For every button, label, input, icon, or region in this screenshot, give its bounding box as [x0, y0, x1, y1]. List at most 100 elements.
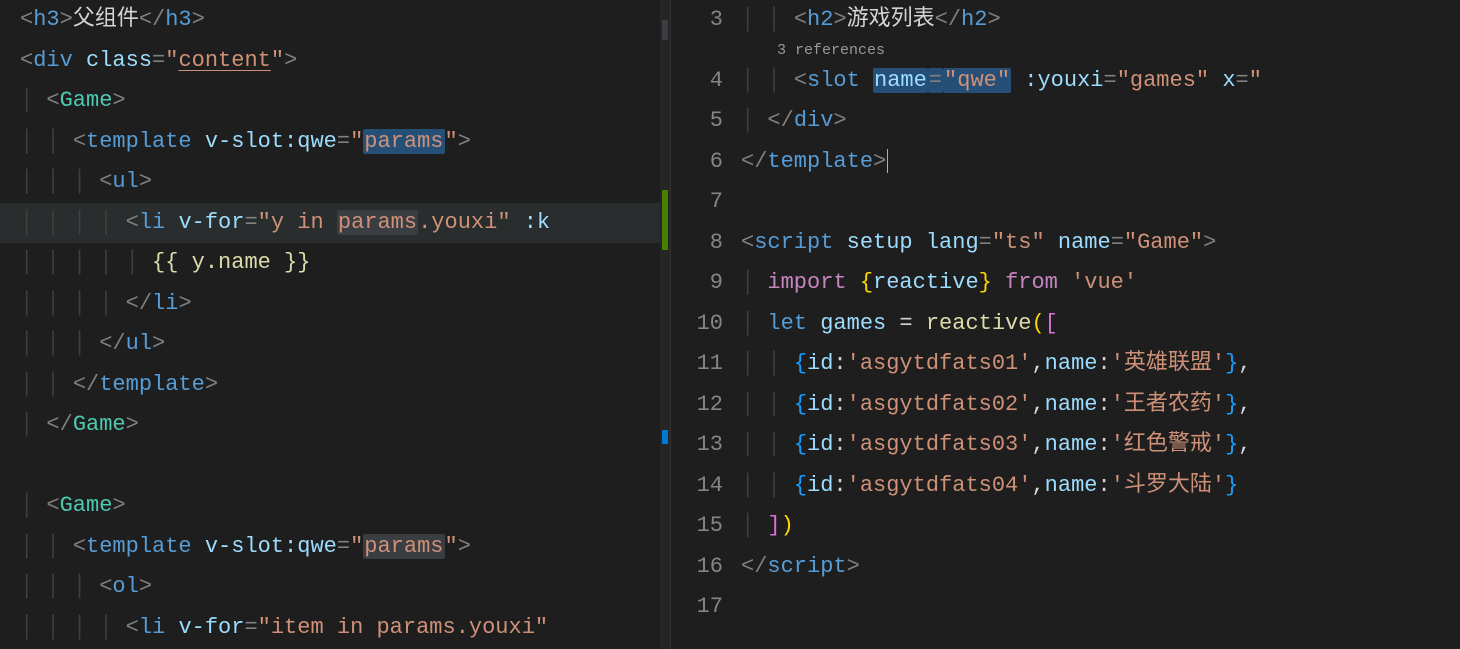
code-token: reactive	[926, 311, 1032, 336]
code-token: </	[767, 108, 793, 133]
code-token: {	[794, 473, 807, 498]
code-line[interactable]: │ </Game>	[0, 405, 670, 446]
code-token: "	[258, 210, 271, 235]
code-token: class	[86, 48, 152, 73]
code-token: (	[1031, 311, 1044, 336]
left-editor-pane[interactable]: <h3>父组件</h3><div class="content">│ <Game…	[0, 0, 670, 649]
code-token: </	[99, 331, 125, 356]
code-token: }	[979, 270, 992, 295]
code-token: <	[46, 88, 59, 113]
code-line[interactable]: │ │ │ │ │ {{ y.name }}	[0, 243, 670, 284]
code-line[interactable]: 7	[671, 182, 1460, 223]
code-token: >	[112, 493, 125, 518]
code-token: content	[178, 48, 270, 73]
right-code-area[interactable]: 3│ │ <h2>游戏列表</h2> 3 references4│ │ <slo…	[671, 0, 1460, 649]
code-token: >	[873, 149, 886, 174]
code-line[interactable]: │ │ │ <ul>	[0, 162, 670, 203]
code-line[interactable]: │ │ <template v-slot:qwe="params">	[0, 122, 670, 163]
code-token	[165, 210, 178, 235]
left-minimap[interactable]	[660, 0, 670, 649]
code-token: '斗罗大陆'	[1111, 473, 1225, 498]
code-token: name	[1045, 473, 1098, 498]
code-line[interactable]: 13│ │ {id:'asgytdfats03',name:'红色警戒'},	[671, 425, 1460, 466]
code-line[interactable]: 5│ </div>	[671, 101, 1460, 142]
code-token: name	[1045, 432, 1098, 457]
code-line[interactable]: 3│ │ <h2>游戏列表</h2>	[671, 0, 1460, 41]
line-number: 3	[671, 0, 741, 41]
code-token: =	[1103, 68, 1116, 93]
code-token: ]	[767, 513, 780, 538]
code-token: "	[165, 48, 178, 73]
code-token: <	[794, 7, 807, 32]
code-token: h2	[807, 7, 833, 32]
code-line[interactable]: <div class="content">	[0, 41, 670, 82]
line-number: 10	[671, 304, 741, 345]
code-token: let	[767, 311, 807, 336]
code-token: 'vue'	[1071, 270, 1137, 295]
code-line[interactable]: 12│ │ {id:'asgytdfats02',name:'王者农药'},	[671, 385, 1460, 426]
code-token: <	[794, 68, 807, 93]
code-token: :	[1097, 473, 1110, 498]
code-token: reactive	[873, 270, 979, 295]
code-line[interactable]: 8<script setup lang="ts" name="Game">	[671, 223, 1460, 264]
code-line[interactable]: │ │ │ <ol>	[0, 567, 670, 608]
code-token: h2	[961, 7, 987, 32]
code-token: "	[445, 534, 458, 559]
code-line[interactable]: │ │ │ │ <li v-for="y in params.youxi" :k	[0, 203, 670, 244]
code-token: 'asgytdfats03'	[847, 432, 1032, 457]
code-token: "	[445, 129, 458, 154]
code-line[interactable]: <h3>父组件</h3>	[0, 0, 670, 41]
code-token: 'asgytdfats01'	[847, 351, 1032, 376]
code-token: =	[337, 129, 350, 154]
code-token: template	[86, 534, 192, 559]
code-token: '英雄联盟'	[1111, 351, 1225, 376]
code-token: id	[807, 351, 833, 376]
code-token: <	[20, 48, 33, 73]
code-line[interactable]: 11│ │ {id:'asgytdfats01',name:'英雄联盟'},	[671, 344, 1460, 385]
code-token: "	[258, 615, 271, 640]
code-line[interactable]: 14│ │ {id:'asgytdfats04',name:'斗罗大陆'}	[671, 466, 1460, 507]
code-line[interactable]: 16</script>	[671, 547, 1460, 588]
left-code-area[interactable]: <h3>父组件</h3><div class="content">│ <Game…	[0, 0, 670, 649]
code-token: ,	[1238, 392, 1251, 417]
code-token: setup	[847, 230, 913, 255]
code-line[interactable]: │ │ </template>	[0, 365, 670, 406]
code-token: :	[833, 392, 846, 417]
code-line[interactable]: │ │ │ │ </li>	[0, 284, 670, 325]
right-editor-pane[interactable]: 3│ │ <h2>游戏列表</h2> 3 references4│ │ <slo…	[671, 0, 1460, 649]
code-token: ol	[112, 574, 138, 599]
code-token	[847, 270, 860, 295]
code-line[interactable]: 17	[671, 587, 1460, 628]
code-token: v-slot:qwe	[205, 534, 337, 559]
code-line[interactable]: 6</template>	[671, 142, 1460, 183]
code-token: <	[126, 210, 139, 235]
code-token: >	[1203, 230, 1216, 255]
code-line[interactable]	[0, 446, 670, 487]
code-token: script	[767, 554, 846, 579]
code-line[interactable]: │ │ │ </ul>	[0, 324, 670, 365]
code-token: =	[1111, 230, 1124, 255]
code-line[interactable]: 10│ let games = reactive([	[671, 304, 1460, 345]
code-token: </	[741, 149, 767, 174]
codelens[interactable]: 3 references	[671, 41, 1460, 61]
code-token: :k	[524, 210, 550, 235]
code-line[interactable]: │ │ │ │ <li v-for="item in params.youxi"	[0, 608, 670, 649]
code-line[interactable]: 4│ │ <slot name="qwe" :youxi="games" x="	[671, 61, 1460, 102]
code-token: ,	[1031, 392, 1044, 417]
code-token: id	[807, 432, 833, 457]
code-line[interactable]: 9│ import {reactive} from 'vue'	[671, 263, 1460, 304]
code-line[interactable]: 15│ ])	[671, 506, 1460, 547]
code-line[interactable]: │ <Game>	[0, 486, 670, 527]
code-token: params	[338, 210, 417, 235]
code-token	[992, 270, 1005, 295]
code-token: "ts"	[992, 230, 1045, 255]
code-token: "	[350, 534, 363, 559]
line-number: 4	[671, 61, 741, 102]
code-token: </	[126, 291, 152, 316]
code-token: li	[139, 210, 165, 235]
code-token: games	[820, 311, 886, 336]
code-token: lang	[926, 230, 979, 255]
code-line[interactable]: │ <Game>	[0, 81, 670, 122]
code-token	[73, 48, 86, 73]
code-line[interactable]: │ │ <template v-slot:qwe="params">	[0, 527, 670, 568]
